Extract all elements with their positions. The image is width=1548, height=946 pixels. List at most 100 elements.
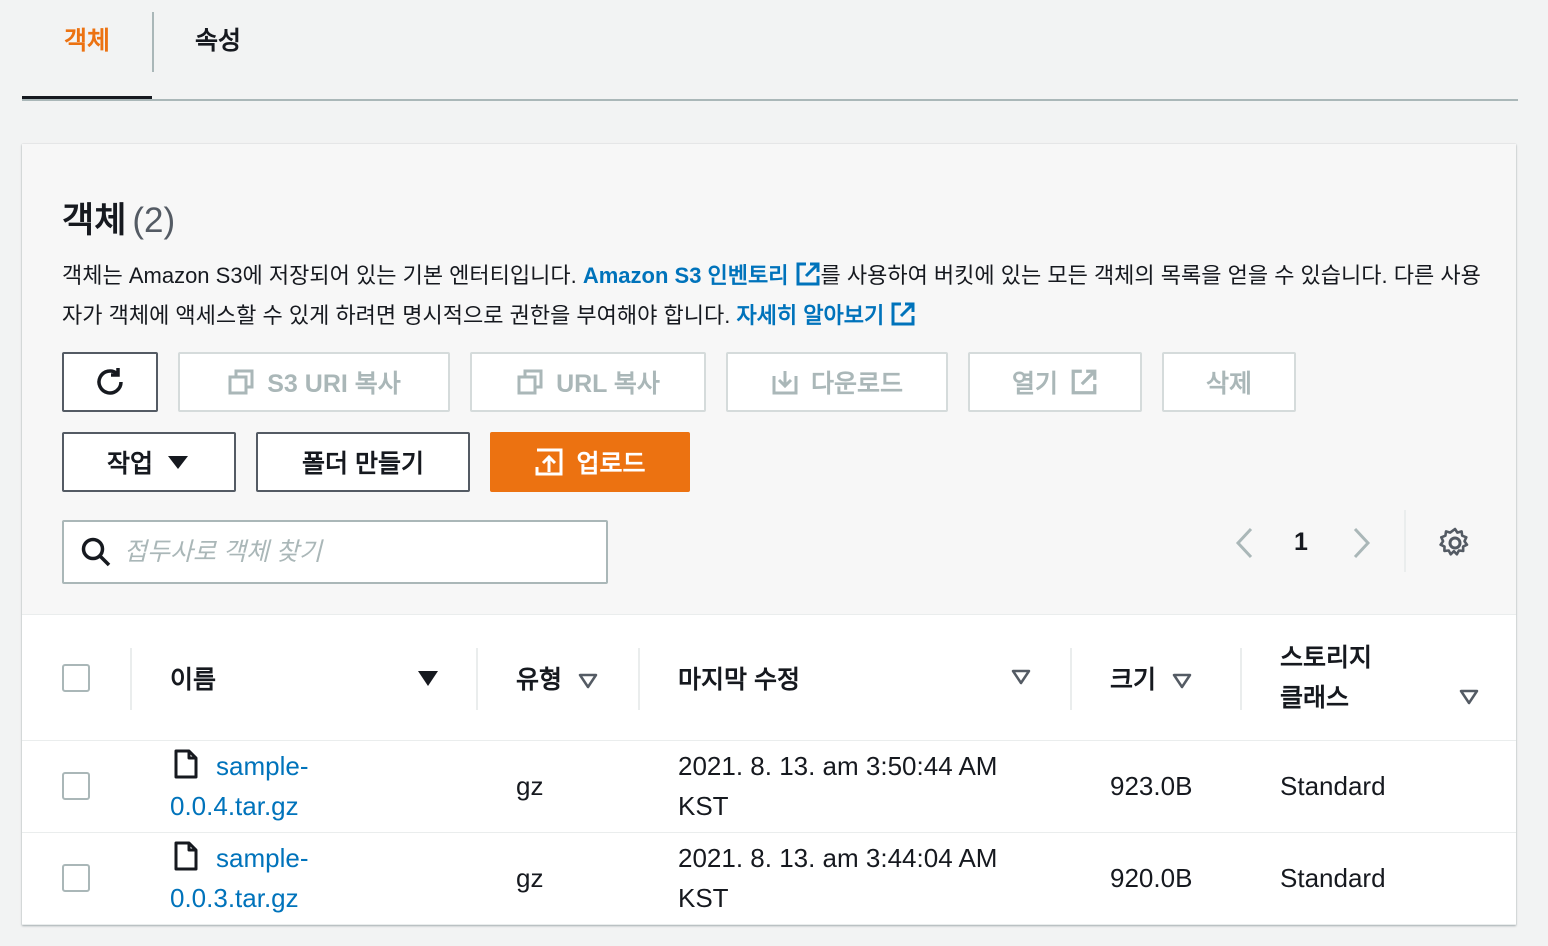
objects-table: 이름 유형 마지막 수정 크기 스토리지 클래스 sample- 0.0.4.t… (22, 616, 1516, 925)
object-size: 923.0B (1110, 770, 1193, 801)
column-header-storage-class[interactable]: 스토리지 클래스 (1240, 616, 1516, 740)
object-name-cell: sample- 0.0.3.tar.gz (130, 832, 476, 924)
search-icon (81, 537, 111, 567)
sort-icon (1172, 673, 1192, 688)
column-header-type[interactable]: 유형 (476, 616, 638, 740)
panel-title: 객체 (2) (62, 192, 175, 243)
tab-properties[interactable]: 속성 (195, 18, 241, 98)
column-divider (1240, 648, 1242, 710)
refresh-icon (97, 368, 123, 395)
external-link-icon (1071, 369, 1097, 395)
object-name-part1: sample- (216, 843, 309, 873)
modified-timezone: KST (678, 791, 729, 821)
column-storage-class-label-1: 스토리지 (1280, 643, 1373, 672)
open-label: 열기 (1011, 370, 1058, 398)
select-all-column (22, 616, 130, 740)
delete-label: 삭제 (1205, 370, 1252, 398)
previous-page-icon[interactable] (1232, 526, 1258, 560)
learn-more-link[interactable]: 자세히 알아보기 (736, 302, 916, 328)
column-divider (476, 648, 478, 710)
copy-icon (228, 369, 254, 395)
file-icon (174, 841, 198, 871)
modified-date: 2021. 8. 13. am 3:44:04 AM (678, 843, 998, 873)
objects-panel: 객체 (2) 객체는 Amazon S3에 저장되어 있는 기본 엔터티입니다. … (22, 144, 1516, 925)
actions-dropdown-label: 작업 (106, 450, 153, 478)
column-header-name[interactable]: 이름 (130, 616, 476, 740)
copy-url-button[interactable]: URL 복사 (470, 352, 706, 412)
object-name-part2: 0.0.4.tar.gz (170, 791, 299, 821)
upload-label: 업로드 (576, 450, 646, 478)
inventory-link-label: Amazon S3 인벤토리 (582, 263, 789, 288)
column-name-label: 이름 (170, 665, 217, 694)
gear-icon[interactable] (1438, 526, 1472, 560)
external-link-icon (796, 262, 819, 286)
panel-title-text: 객체 (62, 201, 127, 240)
table-header-row: 이름 유형 마지막 수정 크기 스토리지 클래스 (22, 616, 1516, 740)
actions-dropdown[interactable]: 작업 (62, 432, 236, 492)
copy-s3-uri-button[interactable]: S3 URI 복사 (178, 352, 450, 412)
create-folder-label: 폴더 만들기 (302, 450, 424, 478)
column-divider (130, 648, 132, 710)
select-all-checkbox[interactable] (62, 663, 90, 692)
column-divider (1070, 648, 1072, 710)
copy-url-label: URL 복사 (556, 370, 660, 398)
object-name-cell: sample- 0.0.4.tar.gz (130, 740, 476, 832)
download-button[interactable]: 다운로드 (726, 352, 948, 412)
delete-button[interactable]: 삭제 (1162, 352, 1296, 412)
copy-icon (517, 369, 543, 395)
column-divider (638, 648, 640, 710)
refresh-button[interactable] (62, 352, 158, 412)
download-icon (772, 371, 798, 395)
row-checkbox[interactable] (62, 864, 90, 892)
inventory-link[interactable]: Amazon S3 인벤토리 (582, 262, 821, 288)
sort-icon (1459, 689, 1479, 705)
download-label: 다운로드 (810, 370, 903, 398)
object-last-modified: 2021. 8. 13. am 3:44:04 AM KST (638, 832, 1070, 924)
tab-objects[interactable]: 객체 (22, 18, 152, 100)
object-size: 920.0B (1110, 862, 1193, 893)
sort-icon (1011, 669, 1031, 685)
object-type: gz (516, 770, 544, 801)
object-last-modified: 2021. 8. 13. am 3:50:44 AM KST (638, 740, 1070, 832)
column-header-size[interactable]: 크기 (1070, 616, 1240, 740)
object-name-part2: 0.0.3.tar.gz (170, 883, 299, 913)
sort-descending-icon (418, 671, 438, 686)
tab-bar: 객체 속성 (22, 0, 1518, 102)
object-storage-class: Standard (1280, 862, 1386, 893)
next-page-icon[interactable] (1348, 526, 1374, 560)
sort-icon (578, 673, 598, 688)
description-text-1: 객체는 Amazon S3에 저장되어 있는 기본 엔터티입니다. (62, 263, 583, 288)
object-storage-class: Standard (1280, 770, 1386, 801)
pager-divider (1404, 510, 1406, 572)
tab-divider (152, 12, 154, 72)
file-icon (174, 749, 198, 779)
column-storage-class-label-2: 클래스 (1280, 683, 1350, 712)
current-page-number[interactable]: 1 (1294, 528, 1308, 557)
caret-down-icon (168, 456, 188, 469)
upload-button[interactable]: 업로드 (490, 432, 690, 492)
tab-properties-label: 속성 (195, 27, 242, 55)
modified-date: 2021. 8. 13. am 3:50:44 AM (678, 751, 998, 781)
modified-timezone: KST (678, 883, 729, 913)
object-name-part1: sample- (216, 751, 309, 781)
search-box (62, 520, 608, 584)
row-checkbox[interactable] (62, 772, 90, 800)
learn-more-label: 자세히 알아보기 (736, 303, 885, 328)
upload-icon (535, 448, 563, 476)
external-link-icon (891, 302, 915, 326)
table-row: sample- 0.0.3.tar.gz gz 2021. 8. 13. am 3… (22, 832, 1516, 924)
table-row: sample- 0.0.4.tar.gz gz 2021. 8. 13. am 3… (22, 740, 1516, 832)
open-button[interactable]: 열기 (968, 352, 1142, 412)
column-type-label: 유형 (516, 665, 563, 694)
search-input[interactable] (122, 536, 586, 568)
panel-description: 객체는 Amazon S3에 저장되어 있는 기본 엔터티입니다. Amazon… (62, 256, 1482, 336)
column-header-last-modified[interactable]: 마지막 수정 (638, 616, 1070, 740)
object-count: (2) (132, 201, 176, 240)
tab-objects-label: 객체 (63, 27, 110, 55)
column-last-modified-label: 마지막 수정 (678, 665, 800, 694)
tab-bar-underline (22, 99, 1518, 101)
object-type: gz (516, 862, 544, 893)
column-size-label: 크기 (1110, 665, 1157, 694)
create-folder-button[interactable]: 폴더 만들기 (256, 432, 470, 492)
copy-s3-uri-label: S3 URI 복사 (267, 370, 401, 398)
